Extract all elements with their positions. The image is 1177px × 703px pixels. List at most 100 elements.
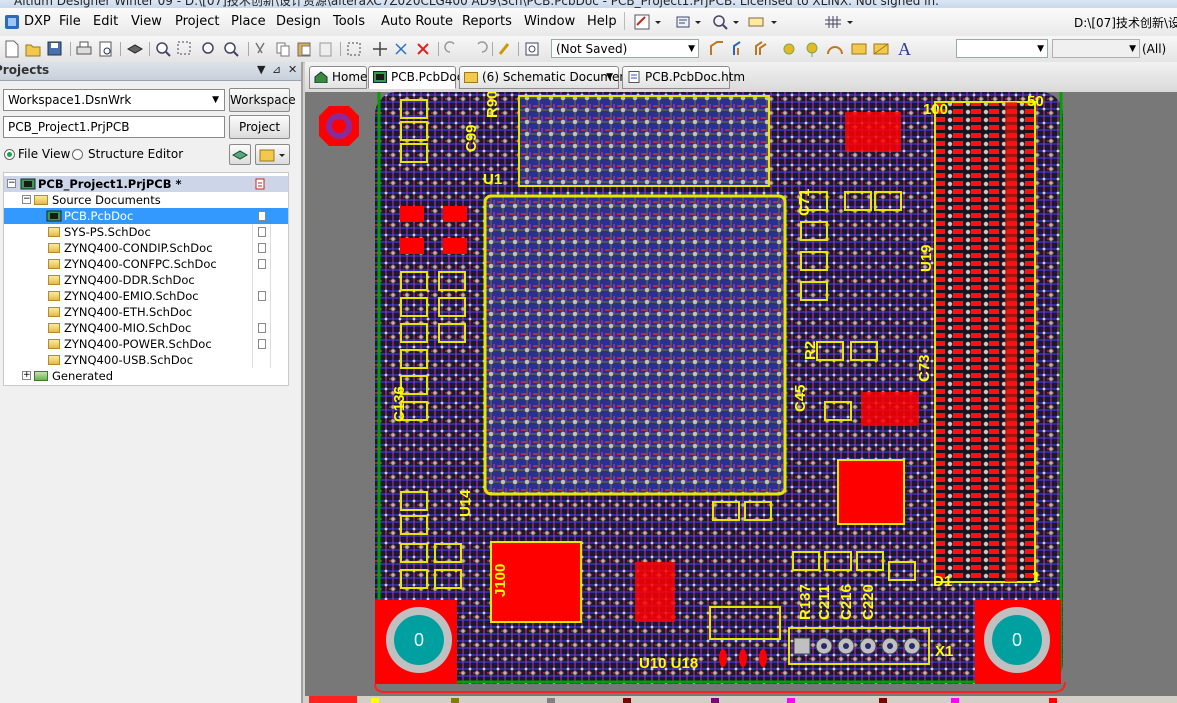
menu-project[interactable]: Project [175, 14, 219, 29]
menu-view[interactable]: View [131, 14, 162, 29]
close-icon[interactable]: ✕ [288, 63, 297, 76]
compile-button[interactable] [229, 144, 251, 165]
menu-dxp[interactable]: DXP [24, 14, 51, 29]
tree-project-row[interactable]: − PCB_Project1.PrjPCB * [4, 176, 288, 192]
layer-swatch[interactable] [711, 698, 719, 703]
menu-help[interactable]: Help [587, 14, 617, 29]
save-state-combo[interactable]: (Not Saved) ▼ [551, 39, 699, 58]
structure-editor-radio[interactable] [72, 149, 83, 160]
toolbar-icons[interactable] [4, 40, 544, 58]
schdoc-icon [48, 355, 60, 365]
layer-swatch[interactable] [371, 698, 379, 703]
doc-status-icon [258, 339, 266, 349]
pcb-editor-canvas[interactable]: X1 C99 R90 U1 C136 U14 U19 U10 U18 J100 … [305, 92, 1177, 696]
tree-doc-row[interactable]: ZYNQ400-CONFPC.SchDoc [4, 256, 288, 272]
designator-c216: C216 [838, 584, 855, 620]
structure-editor-label[interactable]: Structure Editor [88, 147, 183, 161]
doc-label: ZYNQ400-USB.SchDoc [64, 353, 194, 367]
menu-place[interactable]: Place [231, 14, 266, 29]
quick-tools[interactable] [633, 13, 863, 31]
u19-package[interactable] [837, 459, 905, 525]
folder-icon [34, 371, 48, 381]
project-field[interactable]: PCB_Project1.PrjPCB [3, 116, 225, 138]
collapse-icon[interactable]: − [22, 195, 31, 204]
layer-swatch[interactable] [623, 698, 631, 703]
panel-menu-icon[interactable]: ▼ [257, 63, 265, 76]
pcb-board[interactable]: X1 C99 R90 U1 C136 U14 U19 U10 U18 J100 … [305, 92, 1177, 696]
home-icon [314, 71, 328, 83]
arc-icon [827, 46, 843, 55]
workspace-button[interactable]: Workspace [229, 88, 296, 112]
workspace-select[interactable]: Workspace1.DsnWrk ▼ [3, 89, 225, 111]
pcb-project-icon [20, 178, 36, 190]
print-icon [76, 41, 92, 55]
collapse-icon[interactable]: − [7, 179, 16, 188]
tree-doc-row[interactable]: ZYNQ400-POWER.SchDoc [4, 336, 288, 352]
pad-icon [783, 43, 795, 55]
u1-bga-package[interactable] [483, 194, 787, 496]
filter-all-label[interactable]: (All) [1142, 42, 1166, 56]
layer-swatch[interactable] [451, 698, 459, 703]
menu-tools[interactable]: Tools [333, 14, 365, 29]
dxp-logo-icon[interactable] [4, 14, 20, 30]
layer-swatch[interactable] [547, 698, 555, 703]
ddr-package[interactable] [518, 95, 770, 187]
tree-doc-row[interactable]: ZYNQ400-DDR.SchDoc [4, 272, 288, 288]
mounting-hole-tl[interactable] [319, 106, 359, 146]
tree-folder-generated[interactable]: + Generated [4, 368, 288, 384]
doc-label: ZYNQ400-EMIO.SchDoc [64, 289, 199, 303]
tab-home[interactable]: Home [309, 66, 367, 89]
layer-swatch[interactable] [879, 698, 887, 703]
designator-r90: R90 [484, 92, 501, 118]
layer-tab-top[interactable] [309, 696, 357, 703]
tree-doc-row[interactable]: ZYNQ400-CONDIP.SchDoc [4, 240, 288, 256]
file-view-radio[interactable] [4, 149, 15, 160]
schdoc-icon [48, 291, 60, 301]
tree-doc-row[interactable]: ZYNQ400-USB.SchDoc [4, 352, 288, 368]
route-multiple-icon [733, 41, 741, 55]
file-view-label[interactable]: File View [18, 147, 70, 161]
designator-u14: U14 [457, 489, 474, 517]
pin-icon[interactable]: ⊿ [272, 63, 281, 76]
undo-icon [444, 41, 455, 53]
menu-design[interactable]: Design [276, 14, 321, 29]
doc-label: ZYNQ400-POWER.SchDoc [64, 337, 212, 351]
wiring-toolbar[interactable]: A [708, 40, 923, 58]
layer-swatch[interactable] [787, 698, 795, 703]
x1-connector-area[interactable] [934, 101, 1036, 583]
tree-doc-row[interactable]: ZYNQ400-MIO.SchDoc [4, 320, 288, 336]
layer-swatch[interactable] [1049, 698, 1057, 703]
select-connected-icon [395, 43, 407, 55]
scope-filter-combo[interactable]: ▼ [1052, 39, 1140, 58]
window-title: Altium Designer Winter 09 - D:\[07]技术创新\… [14, 0, 939, 8]
cut-icon [255, 42, 265, 54]
chevron-down-icon[interactable]: ▼ [606, 67, 613, 88]
tree-doc-row[interactable]: ZYNQ400-ETH.SchDoc [4, 304, 288, 320]
highlight-icon [634, 14, 650, 30]
tab-pcb[interactable]: PCB.PcbDoc [368, 66, 463, 89]
menu-auto-route[interactable]: Auto Route [381, 14, 453, 29]
tree-doc-row-selected[interactable]: PCB.PcbDoc [4, 208, 288, 224]
menu-window[interactable]: Window [524, 14, 575, 29]
redo-icon [477, 41, 488, 53]
layer-filter-combo[interactable]: ▼ [956, 39, 1048, 58]
tab-schematic[interactable]: (6) Schematic Document ▼ [459, 66, 632, 89]
tree-folder-source[interactable]: − Source Documents [4, 192, 288, 208]
standard-toolbar: (Not Saved) ▼ A ▼ ▼ (All) [0, 36, 1177, 63]
project-button[interactable]: Project [229, 115, 290, 139]
schdoc-icon [48, 259, 60, 269]
menu-edit[interactable]: Edit [93, 14, 118, 29]
layer-swatch[interactable] [951, 698, 959, 703]
menu-reports[interactable]: Reports [462, 14, 512, 29]
tab-label: Home [332, 70, 368, 84]
tree-doc-row[interactable]: SYS-PS.SchDoc [4, 224, 288, 240]
folder-icon [464, 72, 478, 83]
projects-panel: Projects ▼ ⊿ ✕ Workspace1.DsnWrk ▼ Works… [0, 62, 303, 703]
tree-doc-row[interactable]: ZYNQ400-EMIO.SchDoc [4, 288, 288, 304]
tab-htm[interactable]: PCB.PcbDoc.htm [622, 66, 745, 89]
layers-icon [231, 150, 249, 160]
menu-file[interactable]: File [59, 14, 81, 29]
project-options-button[interactable] [255, 144, 290, 165]
doc-status-icon [258, 243, 266, 253]
expand-icon[interactable]: + [22, 371, 31, 380]
